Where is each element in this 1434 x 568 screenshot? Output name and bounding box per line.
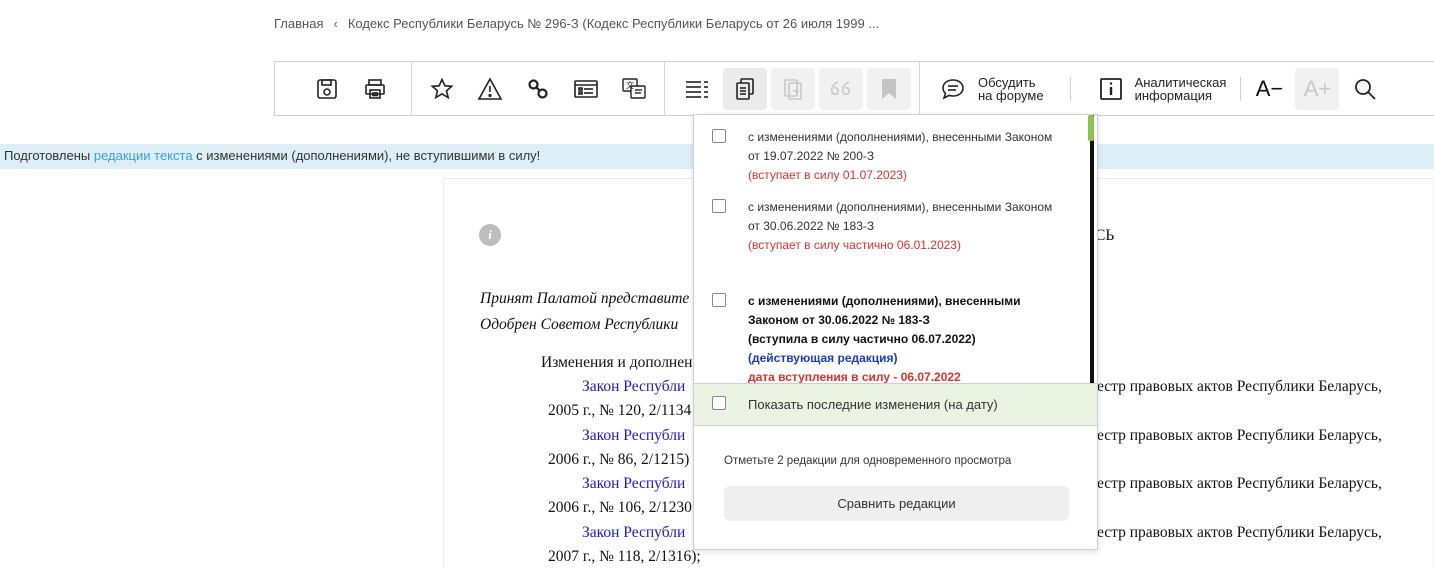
font-increase-button[interactable]: A+ (1295, 67, 1340, 110)
search-button[interactable] (1343, 68, 1387, 110)
document-toolbar: 文 Обсудить на форуме Аналитическая инфор… (274, 61, 1434, 116)
translate-button[interactable]: 文 (612, 68, 656, 110)
edition-checkbox[interactable] (712, 199, 726, 213)
law-link[interactable]: Закон Республи (582, 475, 685, 493)
save-icon (317, 78, 337, 99)
entry-continuation: 2006 г., № 86, 2/1215) (548, 451, 690, 468)
edition-line2: от 30.06.2022 № 183-З (748, 219, 875, 233)
editions-icon (736, 77, 754, 100)
show-latest-label: Показать последние изменения (на дату) (748, 397, 998, 412)
edition-item[interactable]: с изменениями (дополнениями), внесенными… (694, 128, 1084, 188)
export-icon (784, 78, 802, 100)
breadcrumb-current: Кодекс Республики Беларусь № 296-З (Коде… (347, 16, 880, 31)
forum-icon (942, 78, 964, 100)
current-edition-item[interactable]: с изменениями (дополнениями), внесенными… (694, 292, 1084, 383)
edition-line2: от 19.07.2022 № 200-З (748, 149, 875, 163)
toolbar-group-tools: 文 (412, 62, 664, 115)
save-button[interactable] (305, 68, 349, 110)
current-edition-badge: (действующая редакция) (748, 351, 898, 365)
breadcrumb-separator: ‹ (333, 16, 338, 31)
editions-list: с изменениями (дополнениями), внесенными… (694, 115, 1097, 383)
compare-editions-button[interactable]: Сравнить редакции (724, 486, 1069, 521)
forum-label-line2: на форуме (978, 87, 1044, 103)
toolbar-separator (1240, 76, 1242, 101)
contents-button[interactable] (675, 68, 719, 110)
svg-text:文: 文 (626, 80, 634, 90)
current-edition-date: дата вступления в силу - 06.07.2022 (748, 370, 961, 383)
font-decrease-button[interactable]: A− (1247, 68, 1291, 110)
bookmark-icon (882, 78, 896, 99)
warning-icon (477, 76, 503, 100)
current-edition-line2: Законом от 30.06.2022 № 183-З (748, 313, 930, 327)
editions-scrollbar[interactable] (1088, 115, 1094, 383)
toolbar-group-extra: Обсудить на форуме Аналитическая информа… (920, 62, 1389, 115)
search-icon (1355, 78, 1377, 100)
show-latest-checkbox[interactable] (712, 396, 726, 410)
copy-link-button[interactable] (516, 68, 560, 110)
edition-line1: с изменениями (дополнениями), внесенными… (748, 130, 1053, 144)
law-link[interactable]: Закон Республи (582, 524, 685, 542)
breadcrumb: Главная ‹ Кодекс Республики Беларусь № 2… (274, 16, 879, 31)
breadcrumb-home-link[interactable]: Главная (274, 16, 323, 31)
entry-text: естр правовых актов Республики Беларусь, (1097, 475, 1382, 492)
edition-status: (вступает в силу частично 06.01.2023) (748, 238, 961, 252)
analytics-button[interactable]: Аналитическая информация (1071, 76, 1241, 102)
analytics-label-line1: Аналитическая (1134, 74, 1227, 90)
bookmark-button[interactable] (867, 67, 911, 110)
entry-text: естр правовых актов Республики Беларусь, (1097, 427, 1382, 444)
edition-checkbox[interactable] (712, 129, 726, 143)
print-button[interactable] (353, 68, 397, 110)
editions-scrollbar-thumb[interactable] (1088, 115, 1094, 141)
entry-continuation: 2006 г., № 106, 2/1230 (548, 499, 692, 516)
document-card-button[interactable] (564, 68, 608, 110)
quote-button[interactable] (819, 67, 863, 110)
current-edition-line3: (вступила в силу частично 06.07.2022) (748, 332, 976, 346)
notice-suffix: с изменениями (дополнениями), не вступив… (192, 148, 541, 163)
info-icon (1099, 77, 1122, 100)
edition-checkbox[interactable] (712, 293, 726, 307)
notice-prefix: Подготовлены (4, 148, 94, 163)
entry-continuation: 2005 г., № 120, 2/1134 (548, 402, 692, 419)
law-link[interactable]: Закон Республи (582, 378, 685, 396)
changes-heading: Изменения и дополнен (541, 354, 693, 371)
entry-text: естр правовых актов Республики Беларусь, (1097, 378, 1382, 395)
favorite-button[interactable] (420, 68, 464, 110)
forum-label-line1: Обсудить (978, 74, 1036, 90)
forum-button[interactable]: Обсудить на форуме (920, 76, 1070, 102)
entry-text: естр правовых актов Республики Беларусь, (1097, 524, 1382, 541)
card-icon (574, 79, 598, 98)
toolbar-group-editions (665, 62, 919, 115)
star-icon (430, 77, 454, 99)
toolbar-group-file (275, 62, 411, 115)
law-link[interactable]: Закон Республи (582, 427, 685, 445)
translate-icon: 文 (622, 77, 646, 99)
analytics-label-line2: информация (1134, 87, 1213, 103)
quote-icon (830, 80, 850, 95)
editions-dropdown: с изменениями (дополнениями), внесенными… (693, 114, 1098, 550)
notice-editions-link[interactable]: редакции текста (94, 148, 193, 163)
print-icon (365, 78, 385, 99)
list-icon (686, 80, 708, 98)
export-edition-button[interactable] (771, 67, 815, 110)
edition-status: (вступает в силу 01.07.2023) (748, 168, 907, 182)
adopted-line: Принят Палатой представите (480, 290, 690, 307)
show-latest-changes-option[interactable]: Показать последние изменения (на дату) (694, 383, 1097, 426)
edition-line1: с изменениями (дополнениями), внесенными… (748, 200, 1053, 214)
compare-hint: Отметьте 2 редакции для одновременного п… (724, 455, 1012, 467)
approved-line: Одобрен Советом Республики (480, 316, 679, 333)
document-info-icon[interactable]: i (479, 224, 501, 246)
edition-item[interactable]: с изменениями (дополнениями), внесенными… (694, 198, 1084, 258)
report-error-button[interactable] (468, 68, 512, 110)
editions-button[interactable] (723, 67, 767, 110)
link-icon (528, 78, 548, 99)
current-edition-line1: с изменениями (дополнениями), внесенными (748, 294, 1021, 308)
entry-continuation: 2007 г., № 118, 2/1316); (548, 548, 701, 565)
